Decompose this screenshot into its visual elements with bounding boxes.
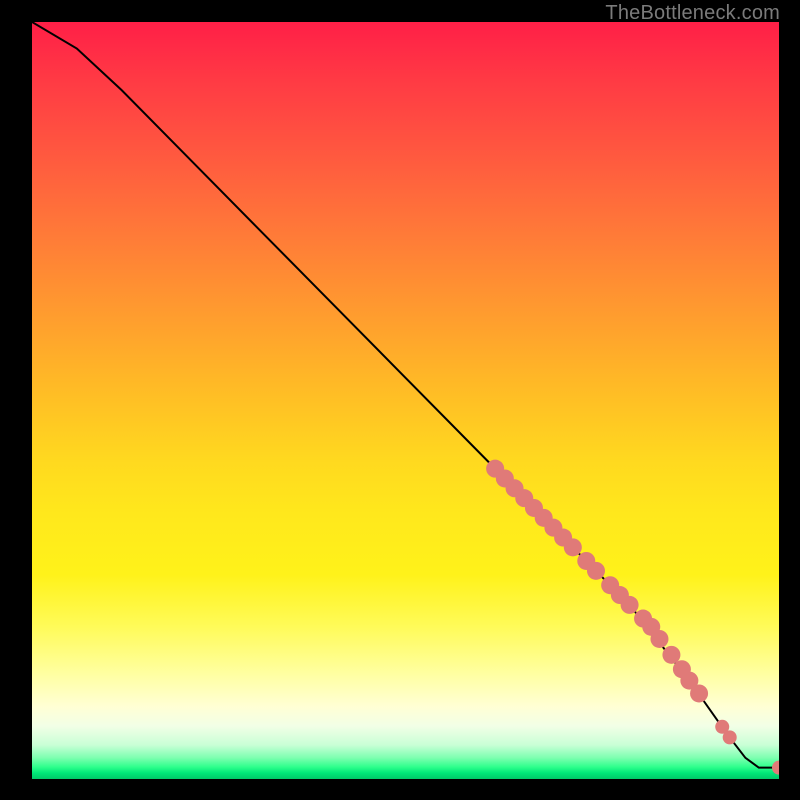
chart-stage: TheBottleneck.com <box>0 0 800 800</box>
chart-svg <box>32 22 779 779</box>
data-point <box>662 646 680 664</box>
data-point <box>723 730 737 744</box>
data-point <box>690 684 708 702</box>
data-point <box>564 538 582 556</box>
data-point <box>650 630 668 648</box>
data-point <box>621 596 639 614</box>
plot-area <box>32 22 779 779</box>
data-point <box>772 761 779 775</box>
points-layer <box>486 460 779 775</box>
data-point <box>587 562 605 580</box>
watermark-text: TheBottleneck.com <box>605 2 780 25</box>
